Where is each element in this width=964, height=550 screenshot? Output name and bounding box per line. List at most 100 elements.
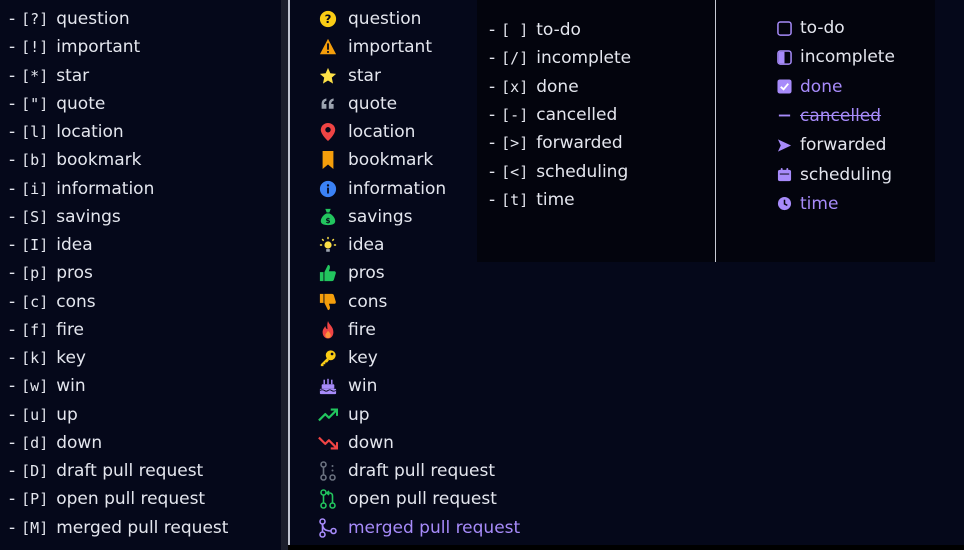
info-icon xyxy=(318,179,338,199)
task-code-token: [>] xyxy=(501,134,529,153)
forward-arrow-icon[interactable] xyxy=(776,135,792,155)
code-list-item: - [f] fire xyxy=(9,316,84,344)
list-dash: - xyxy=(9,150,16,171)
code-token: [u] xyxy=(21,405,49,424)
code-token: [k] xyxy=(21,349,49,367)
icon-list-item: bookmark xyxy=(318,146,433,174)
code-label: key xyxy=(56,348,86,368)
code-list-item: - ["] quote xyxy=(9,90,105,118)
task-code-label: forwarded xyxy=(536,133,623,154)
cancelled-dash-icon[interactable] xyxy=(776,106,792,126)
task-code-item: - [t] time xyxy=(489,186,575,214)
lightbulb-icon xyxy=(318,235,338,255)
code-token: [i] xyxy=(21,179,49,198)
popup-divider xyxy=(715,0,716,262)
list-dash: - xyxy=(9,235,16,255)
icon-list-item: information xyxy=(318,175,446,203)
icon-list-item: draft pull request xyxy=(318,457,495,485)
list-dash: - xyxy=(9,206,16,227)
half-checkbox-icon[interactable] xyxy=(776,47,792,67)
icon-list-item: fire xyxy=(318,316,376,344)
code-token: [f] xyxy=(21,320,49,339)
list-dash: - xyxy=(9,122,16,142)
git-pull-request-icon xyxy=(318,489,338,510)
icon-list-item: pros xyxy=(318,259,385,287)
code-list-item: - [p] pros xyxy=(9,259,93,287)
code-list-item: - [u] up xyxy=(9,401,78,429)
bookmark-icon xyxy=(318,150,338,170)
code-label: fire xyxy=(56,319,85,340)
code-list-item: - [d] down xyxy=(9,429,102,457)
icon-list-item: idea xyxy=(318,231,384,259)
code-list-item: - [i] information xyxy=(9,175,154,203)
code-list-item: - [l] location xyxy=(9,118,124,146)
task-status-item[interactable]: cancelled xyxy=(776,102,881,130)
question-icon: ? xyxy=(318,9,338,29)
task-code-label: incomplete xyxy=(536,48,632,69)
task-status-item[interactable]: incomplete xyxy=(776,43,895,71)
task-status-item[interactable]: to-do xyxy=(776,14,845,42)
task-code-token: [ ] xyxy=(501,21,529,39)
fire-icon xyxy=(318,320,338,340)
checked-checkbox-icon[interactable] xyxy=(776,77,792,97)
clock-icon[interactable] xyxy=(776,194,792,214)
icon-list-item: location xyxy=(318,118,415,146)
icon-label: question xyxy=(348,9,422,29)
task-status-item[interactable]: scheduling xyxy=(776,161,892,189)
code-token: [M] xyxy=(21,518,49,537)
task-code-label: time xyxy=(536,189,575,210)
list-dash: - xyxy=(9,319,16,340)
icon-label: up xyxy=(348,404,370,425)
task-code-item: - [/] incomplete xyxy=(489,44,631,72)
code-label: up xyxy=(56,404,78,425)
icon-label: star xyxy=(348,65,381,86)
icon-list-item: open pull request xyxy=(318,485,497,513)
icon-list-item: up xyxy=(318,401,370,429)
task-status-label: to-do xyxy=(800,18,845,38)
calendar-icon[interactable] xyxy=(776,165,792,185)
code-label: pros xyxy=(56,263,93,284)
code-label: down xyxy=(56,432,103,453)
code-token: [?] xyxy=(21,10,49,28)
empty-checkbox-icon[interactable] xyxy=(776,18,792,38)
code-list-item: - [M] merged pull request xyxy=(9,514,228,542)
list-dash: - xyxy=(9,178,16,199)
code-token: [d] xyxy=(21,433,49,452)
icon-label: draft pull request xyxy=(348,461,495,481)
icon-list-item: quote xyxy=(318,90,397,118)
code-list-item: - [!] important xyxy=(9,33,140,61)
warning-icon xyxy=(318,37,338,57)
code-token: [I] xyxy=(21,236,49,254)
task-status-item[interactable]: done xyxy=(776,73,842,101)
task-status-label: forwarded xyxy=(800,135,887,156)
code-token: [!] xyxy=(21,38,49,57)
panel-divider xyxy=(281,0,288,550)
icon-label: cons xyxy=(348,291,388,312)
code-label: information xyxy=(56,178,155,199)
list-dash: - xyxy=(489,189,496,210)
task-status-item[interactable]: forwarded xyxy=(776,131,886,159)
list-dash: - xyxy=(9,348,16,368)
task-code-label: to-do xyxy=(536,20,581,40)
code-list-item: - [*] star xyxy=(9,62,89,90)
code-token: [P] xyxy=(21,490,49,509)
task-code-item: - [x] done xyxy=(489,73,579,101)
icon-list-item: $ savings xyxy=(318,203,412,231)
task-code-token: [-] xyxy=(501,105,529,124)
task-code-token: [x] xyxy=(501,77,529,96)
task-status-item[interactable]: time xyxy=(776,190,838,218)
icon-label: information xyxy=(348,178,447,199)
code-token: [*] xyxy=(21,66,49,85)
location-pin-icon xyxy=(318,122,338,142)
cake-icon xyxy=(318,376,338,396)
task-status-label: incomplete xyxy=(800,47,895,68)
icon-label: quote xyxy=(348,93,398,114)
code-label: idea xyxy=(56,235,93,255)
code-list-item: - [?] question xyxy=(9,5,130,33)
task-code-token: [<] xyxy=(501,162,529,181)
code-list-item: - [D] draft pull request xyxy=(9,457,203,485)
code-list-item: - [S] savings xyxy=(9,203,121,231)
code-token: [l] xyxy=(21,123,49,141)
icon-list-item: ? question xyxy=(318,5,421,33)
code-list-item: - [b] bookmark xyxy=(9,146,141,174)
